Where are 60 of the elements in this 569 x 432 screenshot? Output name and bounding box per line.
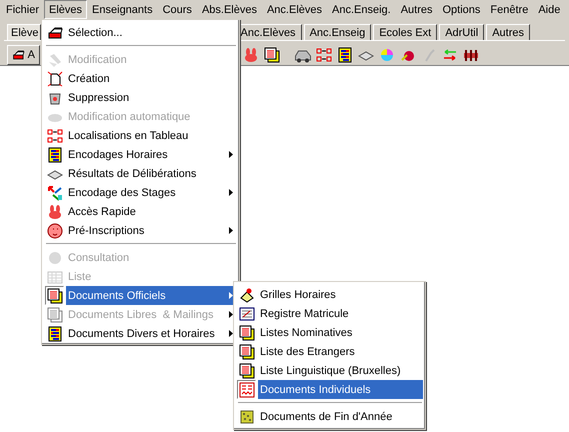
tab[interactable]: Autres: [486, 24, 530, 40]
menu-item[interactable]: Listes Nominatives: [258, 323, 423, 342]
tab[interactable]: AdrUtil: [439, 24, 484, 40]
documents-icon: [46, 306, 62, 322]
toolbar-button[interactable]: A: [7, 45, 40, 65]
menu-item[interactable]: Création: [66, 69, 237, 88]
documents-icon: [238, 324, 254, 340]
menu-bar-item[interactable]: Cours: [158, 0, 197, 19]
menu-bar-item[interactable]: Autres: [396, 0, 438, 19]
menu-bar-item[interactable]: Anc.Elèves: [262, 0, 327, 19]
menu-item[interactable]: Registre Matricule: [258, 304, 423, 323]
menu-item[interactable]: Localisations en Tableau: [66, 126, 237, 145]
menu-item[interactable]: Liste des Etrangers: [258, 342, 423, 361]
documents-icon: [264, 47, 280, 63]
menu-bar-item[interactable]: Options: [438, 0, 486, 19]
documents-icon: [238, 362, 254, 378]
pie-shape-icon: [378, 47, 394, 63]
tab[interactable]: Elève: [7, 24, 41, 40]
grid-arrows-icon: [46, 128, 62, 144]
menu-item[interactable]: Documents Individuels: [258, 380, 423, 399]
arrows-icon: [46, 184, 62, 200]
chart-document-icon: [238, 382, 254, 398]
menu-bar-item[interactable]: Fenêtre: [485, 0, 534, 19]
ball-icon: [46, 250, 62, 266]
menu-bar-item[interactable]: Enseignants: [87, 0, 158, 19]
table-icon: [46, 268, 62, 284]
menu-bar-item[interactable]: Fichier: [1, 0, 44, 19]
fence-icon: [462, 47, 478, 63]
menu-item[interactable]: Grilles Horaires: [258, 285, 423, 304]
menu-item[interactable]: Pré-Inscriptions: [66, 221, 237, 240]
documents-icon: [46, 288, 62, 304]
menu-item[interactable]: Suppression: [66, 88, 237, 107]
note-pin-icon: [238, 286, 254, 302]
color-bars-icon: [336, 47, 352, 63]
menu-item[interactable]: Liste Linguistique (Bruxelles): [258, 361, 423, 380]
form-icon: [238, 306, 254, 322]
menu-item[interactable]: Documents Divers et Horaires: [66, 324, 237, 343]
menu-item[interactable]: Accès Rapide: [66, 202, 237, 221]
color-bars-icon: [46, 326, 62, 342]
menu-item[interactable]: Sélection...: [66, 23, 237, 42]
rabbit-icon: [242, 47, 258, 63]
menu-item[interactable]: Encodages Horaires: [66, 145, 237, 164]
grid-arrows-icon: [316, 47, 332, 63]
menu-item[interactable]: Résultats de Délibérations: [66, 164, 237, 183]
menu-bar-item[interactable]: Aide: [533, 0, 566, 19]
menu-item[interactable]: Encodage des Stages: [66, 183, 237, 202]
menu-bar-item[interactable]: Abs.Elèves: [196, 0, 262, 19]
color-bars-icon: [46, 146, 62, 162]
pattern-square-icon: [238, 408, 254, 424]
menu-bar-item[interactable]: Elèves: [44, 0, 88, 19]
tab[interactable]: Ecoles Ext: [373, 24, 438, 40]
documents-icon: [238, 344, 254, 360]
tray-stack-icon: [46, 24, 62, 40]
menu-item[interactable]: Documents de Fin d'Année: [258, 407, 423, 426]
menu-bar-item[interactable]: Anc.Enseig.: [327, 0, 396, 19]
tab[interactable]: Anc.Enseig: [304, 24, 372, 40]
swap-arrows-icon: [442, 47, 458, 63]
new-document-icon: [46, 70, 62, 86]
face-icon: [46, 222, 62, 238]
rabbit-icon: [46, 204, 62, 220]
